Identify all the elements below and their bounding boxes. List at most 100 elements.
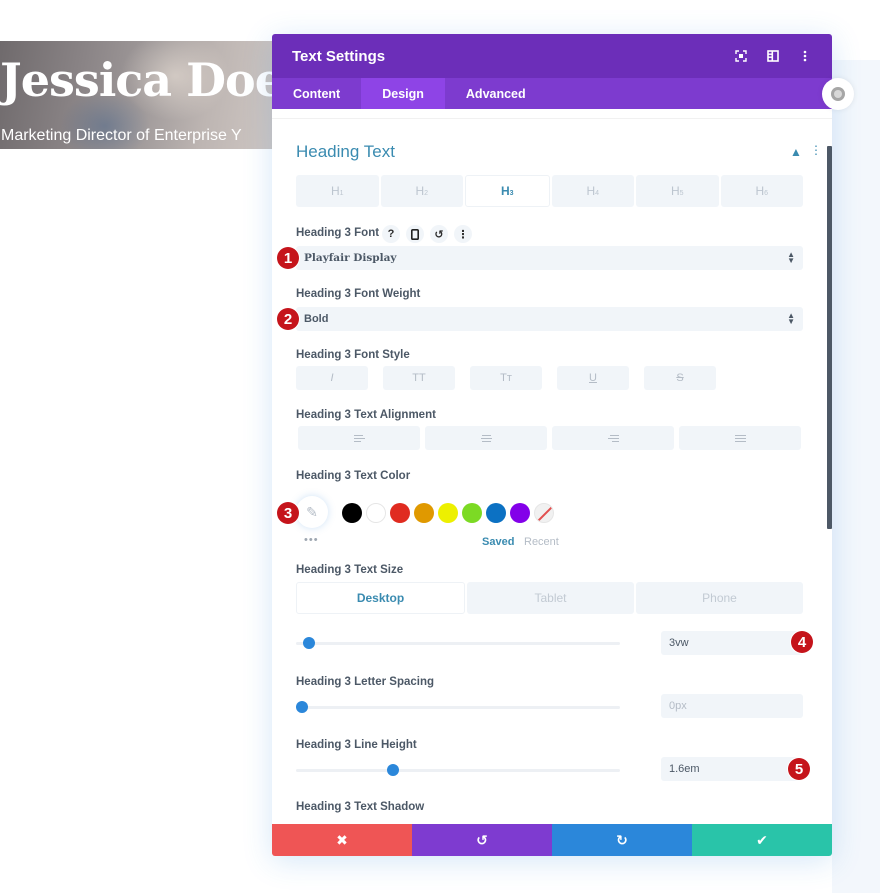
- align-justify-button[interactable]: [679, 426, 801, 450]
- color-swatch[interactable]: [366, 503, 386, 523]
- device-tab-phone[interactable]: Phone: [636, 582, 803, 614]
- section-title: Heading Text: [296, 142, 395, 161]
- slider-track: [296, 769, 620, 772]
- responsive-icon[interactable]: [406, 225, 424, 243]
- close-icon: ✖: [336, 831, 348, 848]
- global-module-button[interactable]: [822, 78, 854, 110]
- letter-spacing-label: Heading 3 Letter Spacing: [296, 676, 435, 688]
- align-right-button[interactable]: [552, 426, 674, 450]
- step-badge-2: 2: [277, 308, 299, 330]
- panel-footer: ✖ ↺ ↻ ✔: [272, 824, 832, 856]
- device-tab-tablet[interactable]: Tablet: [467, 582, 634, 614]
- split-view-icon[interactable]: [766, 49, 780, 63]
- scrollbar[interactable]: [827, 146, 832, 529]
- heading-tab-sub: 5: [679, 189, 684, 197]
- more-colors-icon[interactable]: •••: [304, 534, 319, 546]
- text-size-input[interactable]: 3vw: [661, 631, 803, 655]
- panel-body: Heading Text ▲ ⋮ H1 H2 H3 H4 H5 H6 Headi…: [272, 109, 832, 824]
- align-justify-icon: [734, 434, 746, 442]
- color-swatch[interactable]: [462, 503, 482, 523]
- redo-button[interactable]: ↻: [552, 824, 692, 856]
- reset-icon[interactable]: ↺: [430, 225, 448, 243]
- underline-button[interactable]: U: [557, 366, 629, 390]
- options-icon[interactable]: ⋮: [454, 225, 472, 243]
- strikethrough-button[interactable]: S: [644, 366, 716, 390]
- color-swatch[interactable]: [486, 503, 506, 523]
- font-style-label: Heading 3 Font Style: [296, 349, 410, 361]
- color-swatch[interactable]: [438, 503, 458, 523]
- color-picker-button[interactable]: ✎: [296, 496, 328, 528]
- more-vertical-icon[interactable]: [798, 49, 812, 63]
- tab-content[interactable]: Content: [272, 78, 361, 109]
- slider-thumb[interactable]: [387, 764, 400, 776]
- uppercase-button[interactable]: TT: [383, 366, 455, 390]
- letter-spacing-input[interactable]: 0px: [661, 694, 803, 718]
- save-button[interactable]: ✔: [692, 824, 832, 856]
- font-tools: ? ↺ ⋮: [382, 225, 472, 243]
- chevron-up-icon[interactable]: ▲: [790, 145, 802, 159]
- heading-tab-h2[interactable]: H2: [380, 175, 463, 207]
- step-badge-4: 4: [791, 631, 813, 653]
- check-icon: ✔: [756, 831, 768, 848]
- cancel-button[interactable]: ✖: [272, 824, 412, 856]
- align-center-button[interactable]: [425, 426, 547, 450]
- saved-colors-tab[interactable]: Saved: [482, 536, 514, 548]
- align-left-button[interactable]: [298, 426, 420, 450]
- panel-header: Text Settings: [272, 34, 832, 78]
- align-center-icon: [480, 434, 492, 442]
- slider-thumb[interactable]: [302, 637, 315, 649]
- tab-advanced[interactable]: Advanced: [445, 78, 547, 109]
- text-alignment-options: [298, 426, 801, 450]
- font-select[interactable]: Playfair Display ▲ ▼: [296, 246, 803, 270]
- heading-tab-h3[interactable]: H3: [465, 175, 550, 207]
- tab-design[interactable]: Design: [361, 78, 445, 109]
- hero-subtitle: Marketing Director of Enterprise Y: [1, 127, 242, 144]
- color-swatch[interactable]: [342, 503, 362, 523]
- align-right-icon: [607, 434, 619, 442]
- heading-tab-h5[interactable]: H5: [636, 175, 719, 207]
- device-tab-desktop[interactable]: Desktop: [296, 582, 465, 614]
- line-height-slider[interactable]: [296, 763, 620, 777]
- hero-name: Jessica Doe: [0, 53, 272, 107]
- panel-tabs: Content Design Advanced: [272, 78, 832, 109]
- section-menu-icon[interactable]: ⋮: [810, 143, 822, 157]
- font-select-value: Playfair Display: [304, 252, 397, 264]
- italic-button[interactable]: I: [296, 366, 368, 390]
- uppercase-icon: TT: [412, 372, 426, 384]
- text-settings-panel: Text Settings Content Design Advanced He…: [272, 34, 832, 856]
- heading-tab-h6[interactable]: H6: [720, 175, 803, 207]
- heading-tab-h4[interactable]: H4: [551, 175, 634, 207]
- strikethrough-icon: S: [676, 372, 684, 384]
- line-height-input[interactable]: 1.6em: [661, 757, 803, 781]
- text-alignment-label: Heading 3 Text Alignment: [296, 409, 436, 421]
- step-badge-1: 1: [277, 247, 299, 269]
- heading-tab-sub: 3: [509, 189, 514, 197]
- color-swatch[interactable]: [414, 503, 434, 523]
- underline-icon: U: [589, 372, 597, 384]
- heading-tab-sub: 2: [424, 189, 429, 197]
- help-icon[interactable]: ?: [382, 225, 400, 243]
- heading-tab-label: H: [330, 184, 340, 198]
- font-weight-select[interactable]: Bold ▲ ▼: [296, 307, 803, 331]
- heading-tab-h1[interactable]: H1: [296, 175, 379, 207]
- undo-button[interactable]: ↺: [412, 824, 552, 856]
- expand-icon[interactable]: [734, 49, 748, 63]
- font-style-options: I TT Tт U S: [296, 366, 716, 390]
- color-swatch[interactable]: [510, 503, 530, 523]
- align-left-icon: [353, 434, 365, 442]
- heading-tab-label: H: [755, 184, 765, 198]
- heading-level-tabs: H1 H2 H3 H4 H5 H6: [296, 175, 803, 207]
- hero-card: Jessica Doe Marketing Director of Enterp…: [0, 41, 272, 149]
- redo-icon: ↻: [616, 831, 628, 848]
- recent-colors-tab[interactable]: Recent: [524, 536, 559, 548]
- slider-track: [296, 706, 620, 709]
- font-weight-label: Heading 3 Font Weight: [296, 288, 421, 300]
- letter-spacing-slider[interactable]: [296, 700, 620, 714]
- capitalize-icon: Tт: [500, 372, 512, 384]
- heading-tab-label: H: [415, 184, 425, 198]
- text-size-slider[interactable]: [296, 636, 620, 650]
- slider-thumb[interactable]: [296, 701, 308, 713]
- capitalize-button[interactable]: Tт: [470, 366, 542, 390]
- color-swatch[interactable]: [390, 503, 410, 523]
- no-color-swatch[interactable]: [534, 503, 554, 523]
